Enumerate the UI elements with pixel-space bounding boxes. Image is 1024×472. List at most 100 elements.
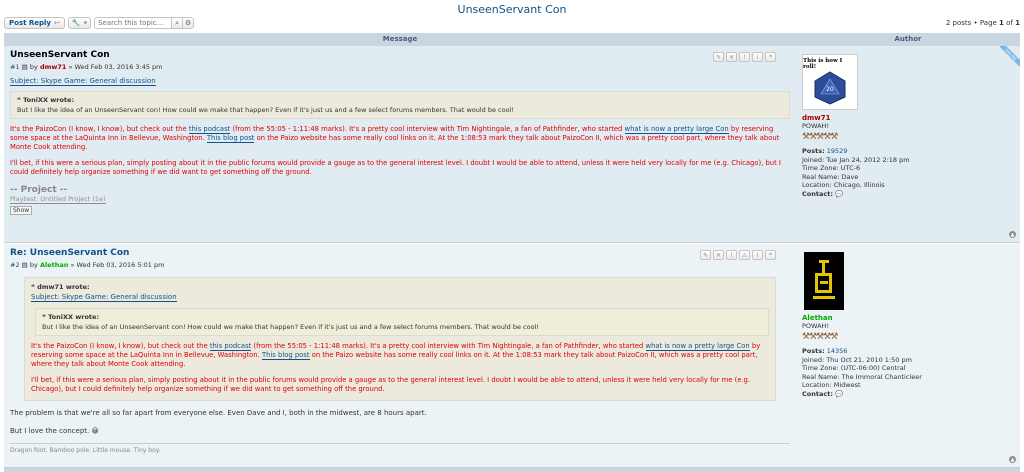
post-meta: #1 ▤ by dmw71 » Wed Feb 03, 2016 3:45 pm <box>10 63 790 71</box>
large-con-link[interactable]: what is now a pretty large Con <box>624 125 729 134</box>
posts-label: Posts: <box>802 347 825 355</box>
post-reply-button[interactable]: Post Reply ↩ <box>4 17 65 29</box>
post-date: » Wed Feb 03, 2016 5:01 pm <box>70 261 165 269</box>
podcast-link[interactable]: this podcast <box>209 342 252 351</box>
search-input[interactable] <box>95 18 172 28</box>
post-file-icon: ▤ <box>21 63 28 71</box>
posts-count-link[interactable]: 19529 <box>827 147 848 155</box>
chevron-down-icon: ▾ <box>83 19 88 27</box>
page-total: 1 <box>1015 19 1020 27</box>
quote-icon[interactable]: ❝ <box>765 52 776 62</box>
signature: Dragon foot. Bamboo pole. Little mouse. … <box>10 442 790 454</box>
large-con-link[interactable]: what is now a pretty large Con <box>645 342 750 351</box>
nested-blockquote: ❝ ToniXX wrote: But I like the idea of a… <box>35 308 769 336</box>
post-body: ✎ ✕ ! ⚠ i ❝ Re: UnseenServant Con #2 ▤ b… <box>4 244 796 467</box>
post-author-panel: Alethan POWAH! ⚒⚒⚒⚒⚒ Posts: 14356 Joined… <box>796 244 1020 467</box>
contact-icon[interactable]: 💬 <box>835 190 843 198</box>
post-author-panel: ONLINE This is how I roll! 20 dmw71 POWA… <box>796 46 1020 242</box>
pagination-of: of <box>1003 19 1016 27</box>
quote-author: dmw71 wrote: <box>37 283 90 291</box>
post-buttons: ✎ ✕ ! i ❝ <box>711 52 776 62</box>
svg-text:20: 20 <box>826 86 834 93</box>
post-file-icon: ▤ <box>21 261 28 269</box>
post-author-link[interactable]: dmw71 <box>40 63 66 71</box>
post-title[interactable]: UnseenServant Con <box>10 50 790 60</box>
post-reply-label: Post Reply <box>9 19 51 27</box>
author-username[interactable]: dmw71 <box>802 114 1020 122</box>
table-header: Message Author <box>4 33 1020 46</box>
avatar-caption: This is how I roll! <box>803 58 843 70</box>
quote-author: ToniXX wrote: <box>48 313 100 321</box>
podcast-link[interactable]: this podcast <box>188 125 231 134</box>
author-rank-title: POWAH! <box>802 322 830 330</box>
quote-icon[interactable]: ❝ <box>765 250 776 260</box>
real-name: Real Name: The Immoral Chanticleer <box>802 372 922 381</box>
location: Location: Chicago, Illinois <box>802 181 885 189</box>
delete-icon[interactable]: ✕ <box>726 52 737 62</box>
back-to-top-icon[interactable]: ▲ <box>1009 231 1016 238</box>
show-button[interactable]: Show <box>10 205 33 215</box>
pagination-prefix: 2 posts • Page <box>945 19 1000 27</box>
project-heading: -- Project -- <box>10 184 68 195</box>
avatar[interactable]: This is how I roll! 20 <box>802 54 858 110</box>
topic-tools-button[interactable]: 🔧 ▾ <box>67 17 92 29</box>
author-stats: Posts: 14356 Joined: Thu Oct 21, 2010 1:… <box>802 347 1020 398</box>
author-stats: Posts: 19529 Joined: Tue Jan 24, 2012 2:… <box>802 147 1020 198</box>
post-number-link[interactable]: #2 <box>10 261 20 269</box>
real-name: Real Name: Dave <box>802 172 859 181</box>
pixel-glyph-icon <box>813 260 835 299</box>
subject-link[interactable]: Subject: Skype Game: General discussion <box>31 293 177 302</box>
online-badge: ONLINE <box>1000 46 1020 66</box>
post-title[interactable]: Re: UnseenServant Con <box>10 248 790 258</box>
gear-icon: ⚙ <box>184 19 192 27</box>
post: ✎ ✕ ! i ❝ UnseenServant Con #1 ▤ by dmw7… <box>4 46 1020 243</box>
author-username[interactable]: Alethan <box>802 314 1020 322</box>
blockquote: ❝ ToniXX wrote: But I like the idea of a… <box>10 91 790 119</box>
project-link[interactable]: Playtest: Untitled Project (1e) <box>10 195 106 204</box>
back-to-top-icon[interactable]: ▲ <box>1009 456 1016 463</box>
post: ✎ ✕ ! ⚠ i ❝ Re: UnseenServant Con #2 ▤ b… <box>4 244 1020 468</box>
post-number-link[interactable]: #1 <box>10 63 20 71</box>
author-rank-title: POWAH! <box>802 122 830 130</box>
text-run: It's the PaizoCon (I know, I know), but … <box>31 342 210 350</box>
advanced-search-button[interactable]: ⚙ <box>182 18 194 28</box>
post-author-link[interactable]: Alethan <box>40 261 68 269</box>
reply-text: The problem is that we're all so far apa… <box>10 408 427 417</box>
quote-author: ToniXX wrote: <box>23 96 75 104</box>
contact-icon[interactable]: 💬 <box>835 390 843 398</box>
posts-count-link[interactable]: 14356 <box>827 347 848 355</box>
info-icon[interactable]: i <box>752 52 763 62</box>
timezone: Time Zone: UTC-6 <box>802 164 861 172</box>
post-date: » Wed Feb 03, 2016 3:45 pm <box>68 63 163 71</box>
text-run: (from the 55:05 - 1:11:48 marks). It's a… <box>251 342 646 350</box>
post-by-label: by <box>29 261 38 269</box>
delete-icon[interactable]: ✕ <box>713 250 724 260</box>
post-paragraph-1: It's the PaizoCon (I know, I know), but … <box>10 125 790 151</box>
page-title[interactable]: UnseenServant Con <box>0 3 1024 16</box>
report-icon[interactable]: ! <box>739 52 750 62</box>
reply-icon: ↩ <box>54 19 60 27</box>
topic-search: ⌕ ⚙ <box>94 17 195 29</box>
post-meta: #2 ▤ by Alethan » Wed Feb 03, 2016 5:01 … <box>10 261 790 269</box>
action-bar: Post Reply↩ 🔧▾ ⌕ ⚙ 2 posts • Page 1 of 1 <box>4 16 1020 30</box>
info-icon[interactable]: i <box>752 250 763 260</box>
report-icon[interactable]: ! <box>726 250 737 260</box>
message-column-header: Message <box>382 35 418 43</box>
edit-icon[interactable]: ✎ <box>713 52 724 62</box>
post-buttons: ✎ ✕ ! ⚠ i ❝ <box>698 250 776 260</box>
joined-date: Joined: Tue Jan 24, 2012 2:18 pm <box>802 155 910 164</box>
avatar[interactable] <box>804 252 844 310</box>
quote-text: But I like the idea of an UnseenServant … <box>17 106 514 114</box>
contact-label: Contact: <box>802 389 833 398</box>
blog-post-link[interactable]: This blog post <box>261 350 310 360</box>
blockquote: ❝ dmw71 wrote: Subject: Skype Game: Gene… <box>24 277 776 401</box>
blog-post-link[interactable]: This blog post <box>206 133 255 143</box>
rank-icons: ⚒⚒⚒⚒⚒ <box>802 132 838 142</box>
search-button[interactable]: ⌕ <box>171 18 183 28</box>
pagination: 2 posts • Page 1 of 1 <box>946 19 1020 27</box>
subject-link[interactable]: Subject: Skype Game: General discussion <box>10 77 156 86</box>
quoted-paragraph-1: It's the PaizoCon (I know, I know), but … <box>31 342 769 368</box>
search-icon: ⌕ <box>175 18 180 27</box>
edit-icon[interactable]: ✎ <box>700 250 711 260</box>
warn-icon[interactable]: ⚠ <box>739 250 750 260</box>
